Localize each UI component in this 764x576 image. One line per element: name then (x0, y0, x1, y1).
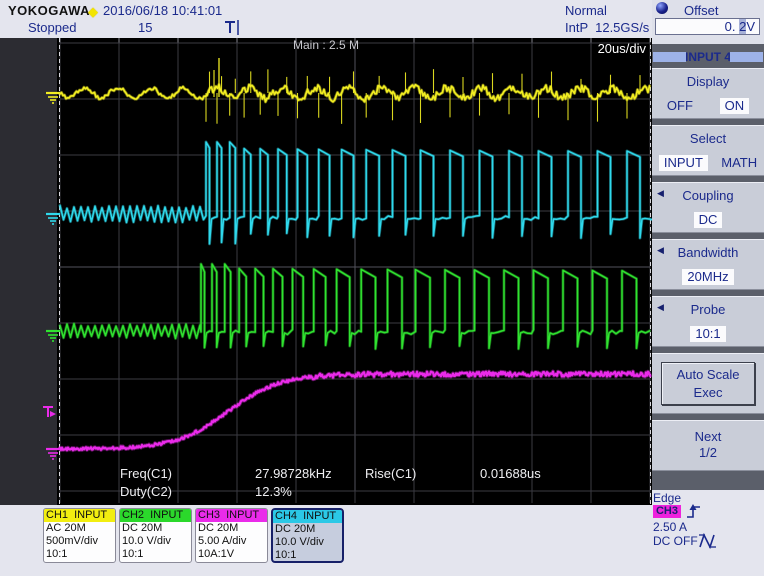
channel-header-ch4: CH4 INPUT (273, 510, 342, 523)
sampling-rate-label: IntP 12.5GS/s (565, 20, 649, 35)
select-title: Select (652, 131, 764, 146)
autoscale-exec-button[interactable]: Auto Scale Exec (661, 362, 755, 405)
offset-label: Offset (684, 3, 718, 18)
header-bar: YOKOGAWA ◆ 2016/06/18 10:41:01 Stopped 1… (0, 0, 652, 38)
channel-box-ch4[interactable]: CH4 INPUT DC 20M 10.0 V/div 10:1 (271, 508, 344, 563)
trigger-info-block: Edge CH3 2.50 A DC OFF (652, 491, 764, 576)
display-panel[interactable]: Display OFF ON (652, 68, 764, 119)
display-off-option[interactable]: OFF (667, 98, 693, 113)
next-label: Next (695, 429, 722, 444)
select-panel[interactable]: Select INPUT MATH (652, 125, 764, 176)
offset-value-unit: V (746, 19, 755, 34)
probe-panel[interactable]: ◀ Probe 10:1 (652, 296, 764, 347)
channel-scale-ch4: 10.0 V/div (273, 536, 342, 549)
select-math-option[interactable]: MATH (721, 155, 757, 170)
offset-section: Offset 0. 2V (652, 0, 764, 44)
autoscale-label: Auto Scale (677, 367, 740, 382)
measurement-freq-value: 27.98728kHz (255, 466, 332, 481)
brand-logo: YOKOGAWA (8, 3, 90, 18)
coupling-title: Coupling (652, 188, 764, 203)
offset-value-prefix: 0. (725, 19, 739, 34)
channel-probe-ch3: 10A:1V (196, 548, 267, 561)
display-title: Display (652, 74, 764, 89)
soft-menu-sidebar: Offset 0. 2V INPUT 4 Display OFF ON Sele… (652, 0, 764, 490)
measurement-duty-label: Duty(C2) (120, 484, 172, 499)
measurement-rise-value: 0.01688us (480, 466, 541, 481)
timebase-label: 20us/div (598, 41, 646, 56)
knob-indicator-icon (656, 2, 668, 14)
channel-header-ch2: CH2 INPUT (120, 509, 191, 522)
measurement-freq-label: Freq(C1) (120, 466, 172, 481)
chevron-left-icon: ◀ (657, 245, 664, 256)
trigger-source-badge: CH3 (653, 505, 681, 518)
menu-title-bar-right (730, 52, 763, 62)
offset-value-field[interactable]: 0. 2V (655, 18, 760, 35)
channel-header-ch1: CH1 INPUT (44, 509, 115, 522)
waveform-display: Main : 2.5 M 20us/div Freq(C1) 27.98728k… (0, 38, 652, 505)
trigger-coupling-label: DC OFF (653, 534, 698, 548)
next-page-panel[interactable]: Next 1/2 (652, 420, 764, 471)
chevron-left-icon: ◀ (657, 302, 664, 313)
channel-coupling-ch1: AC 20M (44, 522, 115, 535)
trigger-type-label: Edge (653, 491, 681, 505)
trigger-mode-label: Normal (565, 3, 607, 18)
next-page-number: 1/2 (699, 445, 717, 460)
channel-box-ch3[interactable]: CH3 INPUT DC 20M 5.00 A/div 10A:1V (195, 508, 268, 563)
noise-reject-icon (698, 532, 718, 550)
channel-box-ch2[interactable]: CH2 INPUT DC 20M 10.0 V/div 10:1 (119, 508, 192, 563)
record-indicator-icon: ◆ (88, 4, 98, 20)
channel-probe-ch4: 10:1 (273, 549, 342, 562)
bandwidth-title: Bandwidth (652, 245, 764, 260)
channel-coupling-ch3: DC 20M (196, 522, 267, 535)
waveform-canvas (0, 38, 652, 505)
channel-scale-ch3: 5.00 A/div (196, 535, 267, 548)
record-length-label: Main : 2.5 M (0, 38, 652, 52)
measurement-duty-value: 12.3% (255, 484, 292, 499)
channel-scale-ch1: 500mV/div (44, 535, 115, 548)
menu-title: INPUT 4 (652, 50, 764, 64)
channel-box-ch1[interactable]: CH1 INPUT AC 20M 500mV/div 10:1 (43, 508, 116, 563)
acquisition-status: Stopped (28, 20, 76, 35)
acquisition-count: 15 (138, 20, 152, 35)
menu-title-bar-left (653, 52, 686, 62)
menu-title-text: INPUT 4 (685, 50, 731, 64)
trigger-level-label: 2.50 A (653, 520, 687, 534)
channel-probe-ch2: 10:1 (120, 548, 191, 561)
trigger-position-icon (222, 18, 242, 36)
bandwidth-value[interactable]: 20MHz (682, 269, 733, 285)
probe-title: Probe (652, 302, 764, 317)
display-on-option[interactable]: ON (720, 98, 750, 114)
datetime-label: 2016/06/18 10:41:01 (103, 3, 222, 18)
channel-header-ch3: CH3 INPUT (196, 509, 267, 522)
autoscale-exec-label: Exec (694, 385, 723, 400)
probe-value[interactable]: 10:1 (690, 326, 725, 342)
coupling-panel[interactable]: ◀ Coupling DC (652, 182, 764, 233)
measurement-rise-label: Rise(C1) (365, 466, 416, 481)
coupling-value[interactable]: DC (694, 212, 723, 228)
select-input-option[interactable]: INPUT (659, 155, 708, 171)
channel-probe-ch1: 10:1 (44, 548, 115, 561)
channel-coupling-ch2: DC 20M (120, 522, 191, 535)
channel-coupling-ch4: DC 20M (273, 523, 342, 536)
bandwidth-panel[interactable]: ◀ Bandwidth 20MHz (652, 239, 764, 290)
channel-scale-ch2: 10.0 V/div (120, 535, 191, 548)
autoscale-panel: Auto Scale Exec (652, 353, 764, 414)
oscilloscope-screen: YOKOGAWA ◆ 2016/06/18 10:41:01 Stopped 1… (0, 0, 764, 576)
chevron-left-icon: ◀ (657, 188, 664, 199)
rising-edge-icon (685, 502, 702, 520)
